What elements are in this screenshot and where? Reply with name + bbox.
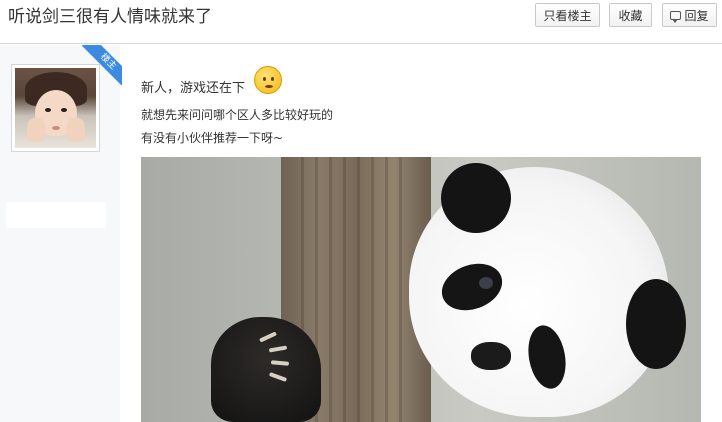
favorite-label: 收藏 — [618, 8, 643, 23]
thread-title: 听说剑三很有人情味就来了 — [8, 7, 212, 27]
panda-photo[interactable] — [141, 157, 701, 422]
reply-button[interactable]: 回复 — [662, 3, 717, 27]
post-line-3: 有没有小伙伴推荐一下呀~ — [141, 131, 284, 145]
author-info-card — [6, 202, 106, 228]
only-op-label: 只看楼主 — [543, 8, 592, 23]
speech-bubble-icon — [670, 10, 682, 23]
avatar-image — [15, 68, 96, 148]
favorite-button[interactable]: 收藏 — [609, 3, 652, 27]
panda-paw — [211, 317, 321, 422]
thread-header: 听说剑三很有人情味就来了 只看楼主 收藏 回复 — [0, 0, 722, 44]
post-line-1: 新人，游戏还在下 — [141, 81, 246, 96]
avatar[interactable] — [11, 64, 100, 152]
only-op-button[interactable]: 只看楼主 — [535, 3, 600, 27]
post-line-2: 就想先来问问哪个区人多比较好玩的 — [141, 108, 334, 122]
reply-label: 回复 — [684, 8, 709, 23]
worried-face-emoji — [254, 66, 282, 94]
